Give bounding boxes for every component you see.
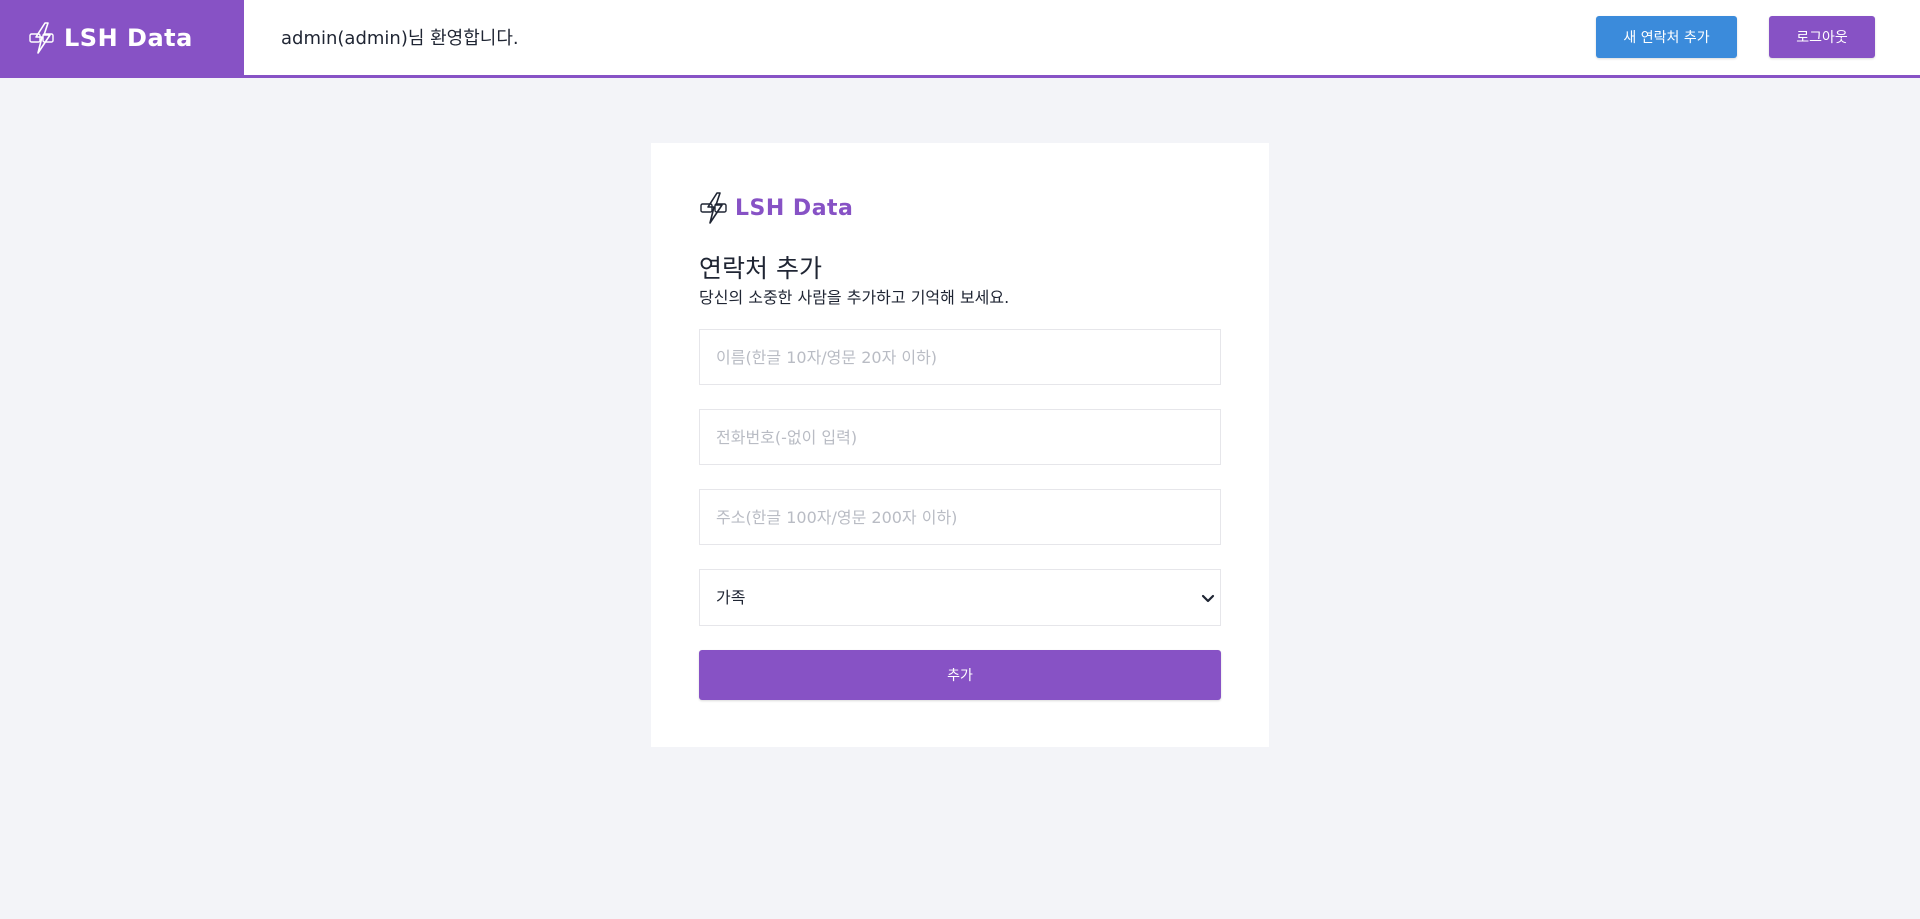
form-subtitle: 당신의 소중한 사람을 추가하고 기억해 보세요. [699, 288, 1010, 307]
lsh-data-logo-icon [29, 21, 54, 54]
logout-button[interactable]: 로그아웃 [1769, 16, 1875, 58]
card-logo: LSH Data [699, 191, 853, 225]
address-input[interactable] [699, 489, 1221, 545]
form-title: 연락처 추가 [699, 254, 822, 283]
group-select-wrapper[interactable]: 가족 [699, 569, 1221, 626]
lsh-data-logo-icon [700, 192, 727, 224]
name-input[interactable] [699, 329, 1221, 385]
add-contact-submit-button[interactable]: 추가 [699, 650, 1221, 700]
new-contact-button[interactable]: 새 연락처 추가 [1596, 16, 1737, 58]
card-brand-name: LSH Data [735, 195, 854, 221]
top-header: LSH Data admin(admin)님 환영합니다. 새 연락처 추가 로… [0, 0, 1920, 78]
brand-block[interactable]: LSH Data [0, 0, 244, 75]
group-select[interactable]: 가족 [700, 570, 1220, 625]
welcome-message: admin(admin)님 환영합니다. [281, 28, 519, 49]
brand-name: LSH Data [64, 23, 193, 52]
phone-input[interactable] [699, 409, 1221, 465]
add-contact-card: LSH Data 연락처 추가 당신의 소중한 사람을 추가하고 기억해 보세요… [651, 143, 1269, 747]
